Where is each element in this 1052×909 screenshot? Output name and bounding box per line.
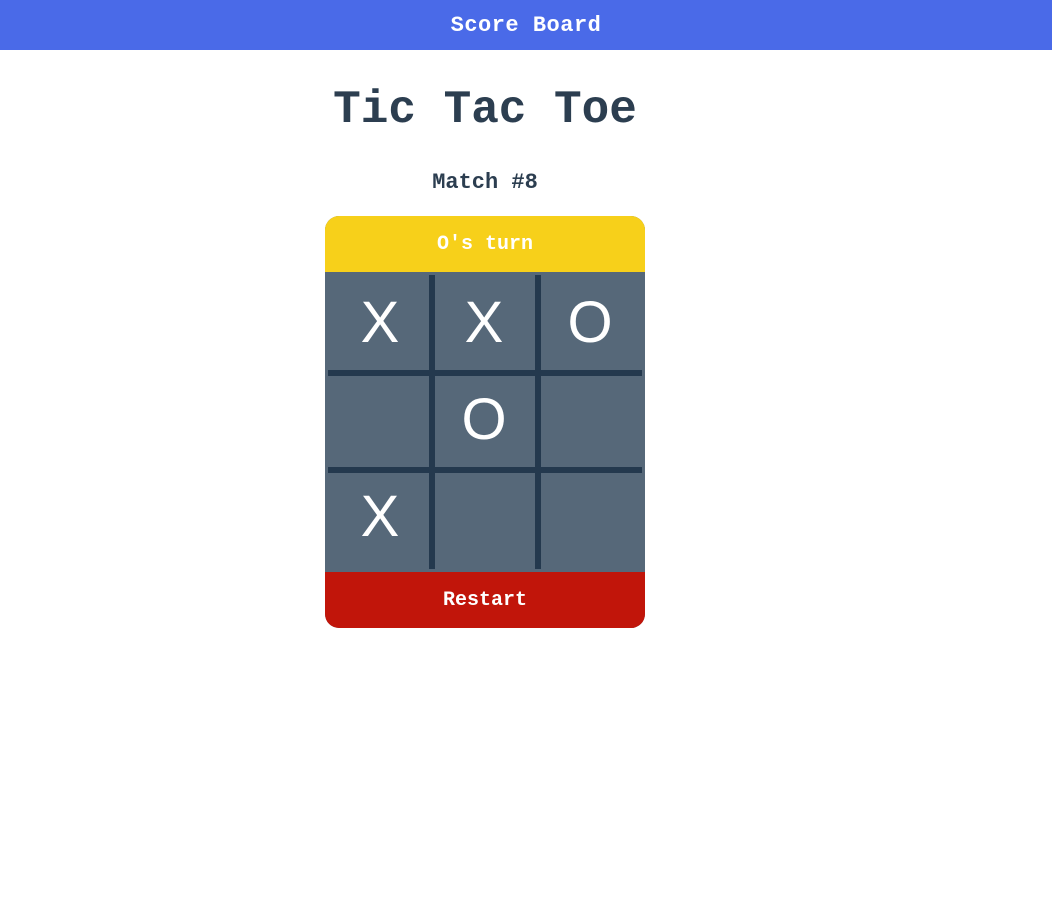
page-title: Tic Tac Toe (333, 84, 637, 136)
match-number: Match #8 (432, 170, 538, 195)
turn-label: O's turn (436, 232, 533, 256)
game-card: O's turn X X O O X Restart (325, 216, 645, 628)
scoreboard-label[interactable]: Score Board (451, 13, 602, 38)
cell-mark: O (567, 290, 613, 355)
board-cell-r1-c3[interactable]: O (538, 276, 642, 370)
board-cell-r1-c1[interactable]: X (328, 276, 432, 370)
board-cell-r3-c3[interactable] (538, 470, 642, 564)
board-cell-r2-c1[interactable] (328, 373, 432, 467)
scoreboard-bar[interactable]: Score Board (0, 0, 1052, 50)
cell-mark: X (360, 484, 400, 549)
board-cell-r3-c1[interactable]: X (328, 470, 432, 564)
cell-mark: X (464, 290, 504, 355)
game-board: X X O O X (325, 272, 645, 572)
restart-label: Restart (442, 588, 527, 612)
board-cell-r3-c2[interactable] (432, 470, 536, 564)
cell-mark: O (461, 387, 507, 452)
board-cell-r2-c3[interactable] (538, 373, 642, 467)
turn-indicator: O's turn (325, 216, 645, 272)
board-cell-r2-c2[interactable]: O (432, 373, 536, 467)
board-cell-r1-c2[interactable]: X (432, 276, 536, 370)
cell-mark: X (360, 290, 400, 355)
restart-button[interactable]: Restart (325, 572, 645, 628)
